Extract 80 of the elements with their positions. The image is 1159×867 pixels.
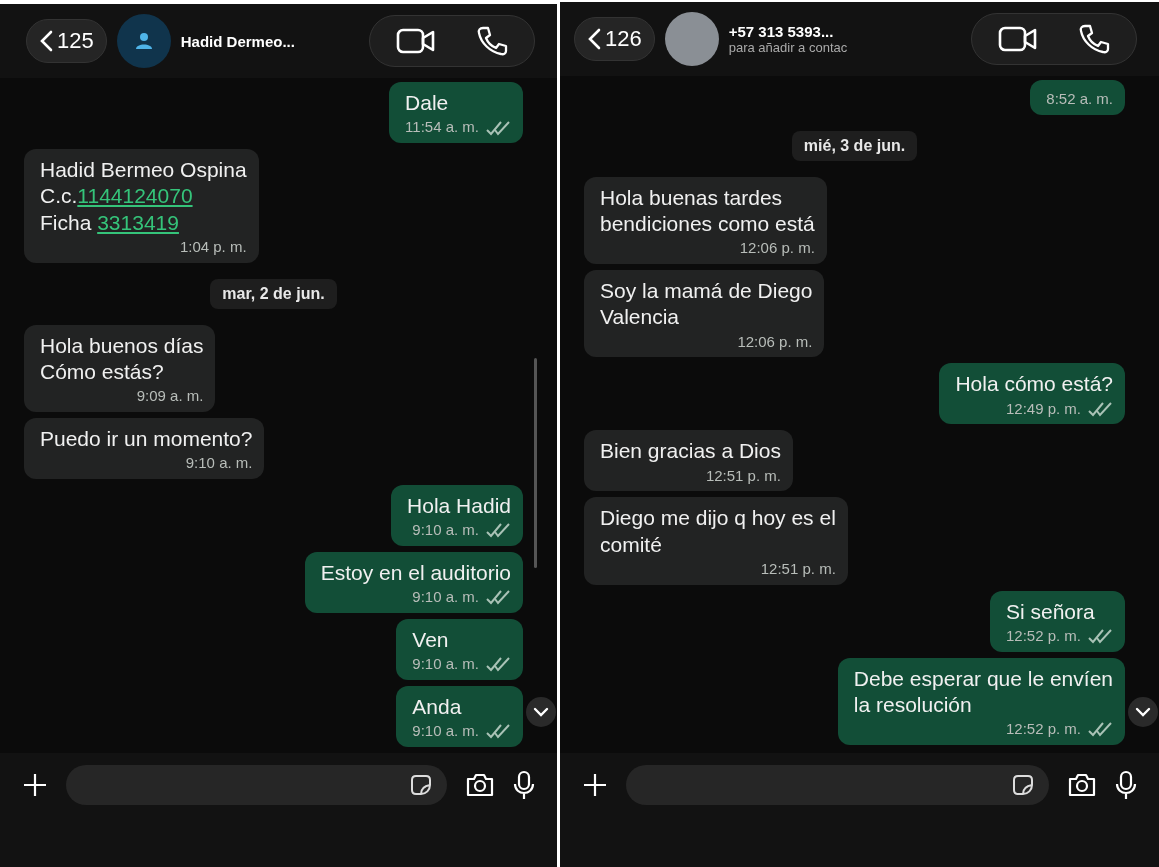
message-time: 12:52 p. m.: [1005, 626, 1081, 646]
message-text-line: C.c.1144124070: [40, 183, 194, 210]
message-time: 12:52 p. m.: [1005, 720, 1081, 739]
message-text: Bien gracias a Dios: [600, 438, 781, 465]
phone-icon[interactable]: [476, 25, 508, 57]
video-camera-icon[interactable]: [998, 26, 1038, 52]
message-time: 12:51 p. m.: [760, 559, 836, 579]
message-text: Diego me dijo q hoy es el comité: [600, 505, 836, 558]
message-time: 11:54 a. m.: [405, 118, 479, 137]
camera-icon[interactable]: [465, 772, 495, 798]
phone-icon[interactable]: [1078, 23, 1110, 55]
date-chip: mar, 2 de jun.: [210, 278, 337, 309]
microphone-icon[interactable]: [513, 770, 535, 800]
message-bubble[interactable]: Hola buenas tardes bendiciones como está 12:06 p. m.: [584, 176, 827, 264]
message-text-line: Hadid Bermeo Ospina: [40, 157, 247, 183]
message-bubble[interactable]: Hola Hadid 9:10 a. m.: [391, 484, 523, 546]
back-button[interactable]: 125: [26, 19, 107, 63]
message-text: Hola buenos días Cómo estás?: [40, 332, 204, 385]
message-bubble[interactable]: Estoy en el auditorio 9:10 a. m.: [304, 551, 523, 613]
message-bubble[interactable]: Puedo ir un momento? 9:10 a. m.: [24, 417, 265, 479]
message-text: Soy la mamá de Diego Valencia: [600, 278, 813, 331]
chevron-left-icon: [587, 28, 601, 50]
message-bubble[interactable]: Diego me dijo q hoy es el comité 12:51 p. m.: [584, 497, 848, 585]
message-time: 9:10 a. m.: [412, 588, 479, 607]
plus-icon[interactable]: [22, 772, 48, 798]
message-bubble[interactable]: Anda 9:10 a. m.: [396, 685, 523, 747]
message-text: Anda: [412, 693, 462, 720]
message-bubble[interactable]: Ven 9:10 a. m.: [396, 618, 523, 680]
message-bubble[interactable]: Debe esperar que le envíen la resolución 12:52 p. m.: [837, 657, 1125, 745]
message-bubble[interactable]: 8:52 a. m.: [1030, 80, 1125, 115]
message-time: 9:09 a. m.: [136, 387, 204, 406]
message-time: 12:51 p. m.: [705, 466, 781, 486]
message-bubble[interactable]: Hola cómo está? 12:49 p. m.: [939, 363, 1125, 425]
message-time: 9:10 a. m.: [412, 722, 479, 741]
chevron-down-icon: [533, 707, 549, 717]
message-input-field[interactable]: [66, 765, 447, 805]
chevron-down-icon: [1135, 707, 1151, 717]
message-time: 12:06 p. m.: [737, 332, 813, 352]
message-time: 12:06 p. m.: [739, 239, 815, 258]
message-text: Ven: [412, 626, 449, 653]
date-chip: mié, 3 de jun.: [791, 130, 918, 161]
plus-icon[interactable]: [582, 772, 608, 798]
message-text: Puedo ir un momento?: [40, 425, 253, 452]
message-time: 1:04 p. m.: [179, 237, 247, 257]
message-text: Estoy en el auditorio: [320, 559, 511, 586]
message-input-field[interactable]: [626, 765, 1049, 805]
microphone-icon[interactable]: [1115, 770, 1137, 800]
contact-name[interactable]: Hadid Dermeo...: [180, 32, 359, 50]
scroll-down-button[interactable]: [526, 697, 556, 727]
message-bubble[interactable]: Soy la mamá de Diego Valencia 12:06 p. m.: [584, 270, 825, 358]
message-text: Debe esperar que le envíen la resolución: [853, 665, 1113, 718]
message-bubble[interactable]: Bien gracias a Dios 12:51 p. m.: [584, 430, 793, 492]
person-icon: [134, 32, 153, 50]
video-camera-icon[interactable]: [396, 28, 436, 54]
message-time: 8:52 a. m.: [1046, 90, 1113, 109]
sticker-icon[interactable]: [409, 773, 433, 797]
contact-subtitle: para añadir a contac: [728, 40, 849, 55]
message-bubble[interactable]: Si señora 12:52 p. m.: [989, 590, 1125, 652]
avatar[interactable]: [116, 14, 171, 68]
message-time: 12:49 p. m.: [1005, 399, 1081, 419]
camera-icon[interactable]: [1067, 772, 1097, 798]
scrollbar[interactable]: [534, 358, 537, 568]
back-button[interactable]: 126: [574, 17, 655, 61]
scroll-down-button[interactable]: [1128, 697, 1158, 727]
message-bubble[interactable]: Hola buenos días Cómo estás? 9:09 a. m.: [24, 324, 216, 412]
message-text: Si señora: [1005, 598, 1095, 625]
message-text-line: Ficha 3313419: [40, 209, 180, 236]
message-time: 9:10 a. m.: [412, 521, 479, 540]
message-text: Hola buenas tardes bendiciones como está: [600, 184, 815, 237]
message-text: Dale: [405, 90, 449, 116]
sticker-icon[interactable]: [1011, 773, 1035, 797]
contact-name[interactable]: +57 313 5393...: [728, 23, 961, 40]
message-bubble[interactable]: Hadid Bermeo Ospina C.c.1144124070 Ficha 3313419 1:04 p. m.: [24, 149, 259, 263]
message-text: Hola cómo está?: [955, 371, 1113, 398]
avatar-photo-placeholder[interactable]: [664, 12, 719, 66]
message-time: 9:10 a. m.: [185, 454, 253, 473]
message-time: 9:10 a. m.: [412, 655, 479, 674]
message-text: Hola Hadid: [407, 492, 511, 519]
chevron-left-icon: [39, 30, 53, 52]
message-bubble[interactable]: Dale 11:54 a. m.: [389, 82, 523, 143]
